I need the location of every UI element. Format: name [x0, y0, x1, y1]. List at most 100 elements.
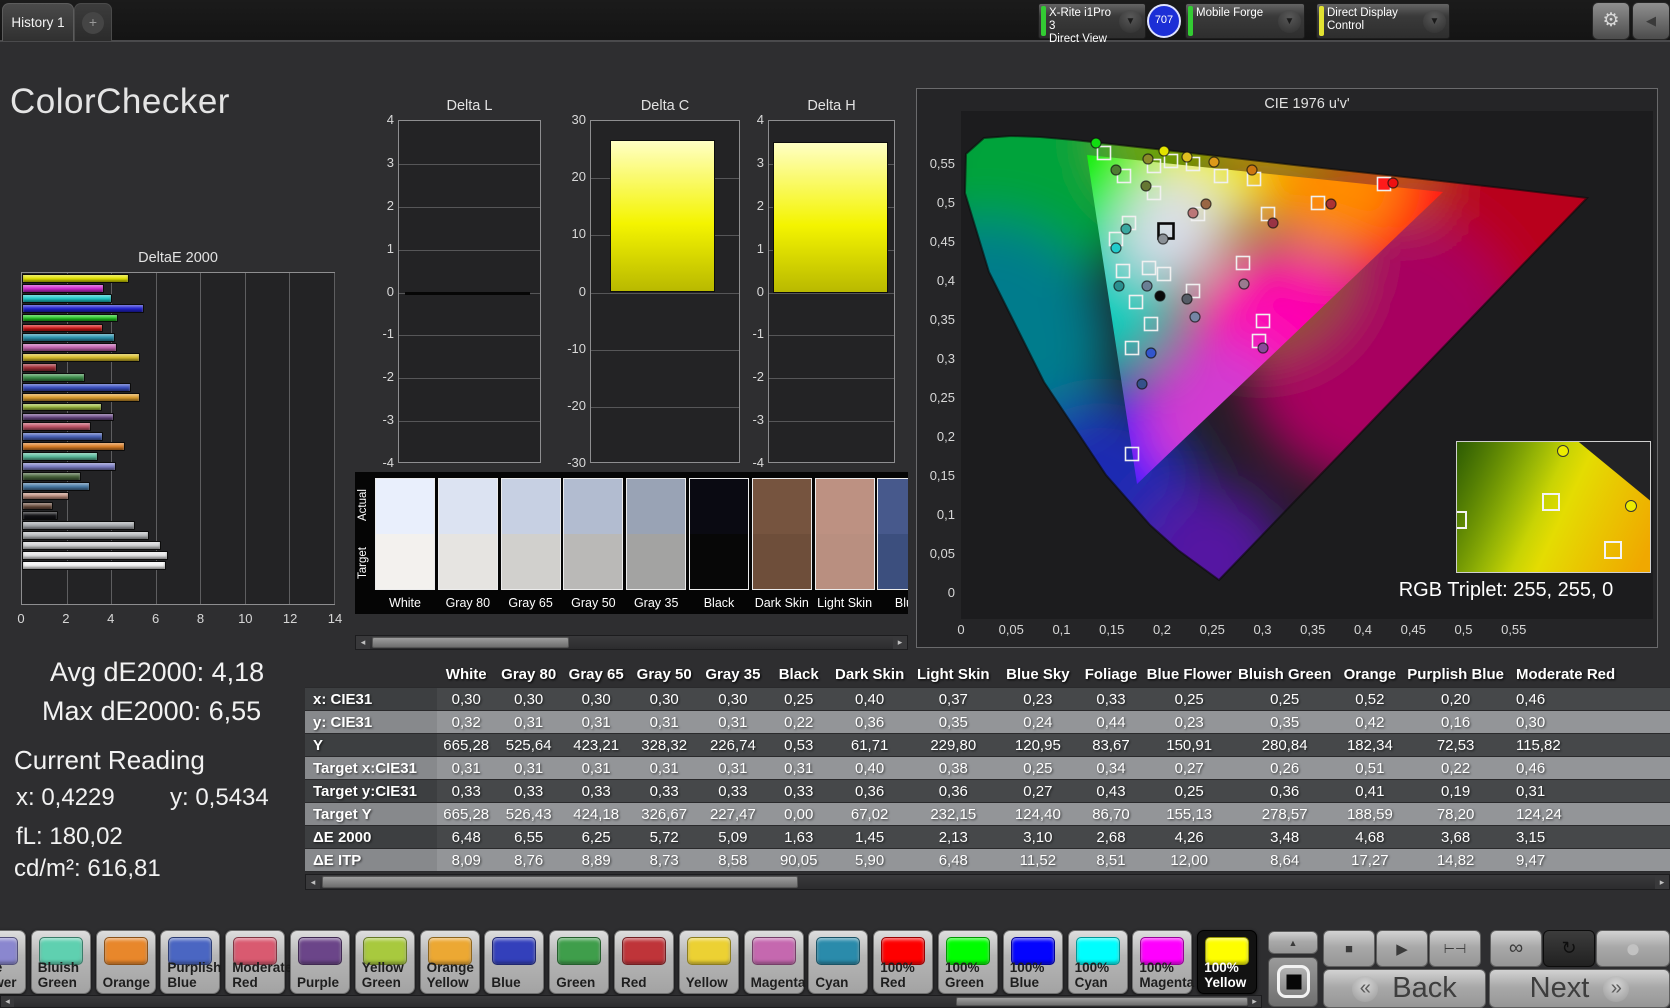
scrollbar-thumb[interactable] [372, 637, 569, 648]
table-cell: 0,36 [909, 780, 997, 803]
pattern-button-yellow-green[interactable]: Yellow Green [355, 930, 415, 994]
de-bar-yellow [22, 353, 140, 362]
plus-icon: + [82, 12, 104, 34]
table-cell: 3,48 [1235, 826, 1335, 849]
current-reading-title: Current Reading [14, 745, 205, 776]
table-cell: 0,20 [1405, 688, 1506, 711]
pattern-swatch [752, 937, 796, 965]
pattern-button-100-yellow[interactable]: 100% Yellow [1197, 930, 1257, 994]
table-cell: 525,64 [495, 734, 562, 757]
pattern-button-moderate-red[interactable]: Moderate Red [225, 930, 285, 994]
loop-icon: ∞ [1509, 937, 1523, 960]
axis-tick-label: -30 [558, 455, 586, 470]
collapse-panel-button[interactable]: ◀ [1632, 2, 1670, 40]
chevron-down-icon[interactable]: ▼ [1278, 10, 1301, 33]
table-cell: 0,53 [768, 734, 830, 757]
de-bar-blue-flower [22, 462, 116, 471]
pattern-button-green[interactable]: Green [549, 930, 609, 994]
swatch-light-skin[interactable] [815, 478, 875, 590]
pattern-button-purple[interactable]: Purple [290, 930, 350, 994]
stop-button[interactable]: ■ [1323, 930, 1375, 967]
table-row: x: CIE310,300,300,300,300,300,250,400,37… [305, 688, 1670, 711]
meter-mobile-forge[interactable]: Mobile Forge▼ [1185, 3, 1305, 39]
swatch-strip-scrollbar[interactable]: ◂ ▸ [355, 635, 908, 650]
pattern-button-orange-yellow[interactable]: Orange Yellow [420, 930, 480, 994]
gridline [591, 293, 739, 294]
measured-point [1155, 291, 1165, 301]
pattern-button-100-cyan[interactable]: 100% Cyan [1068, 930, 1128, 994]
table-cell: 424,18 [562, 803, 630, 826]
table-cell: 0,30 [437, 688, 495, 711]
settings-button[interactable]: ⚙ [1592, 2, 1630, 40]
pattern-button-yellow[interactable]: Yellow [679, 930, 739, 994]
scroll-left-icon[interactable]: ◂ [306, 875, 320, 889]
pattern-button-purplish-blue[interactable]: Purplish Blue [160, 930, 220, 994]
new-tab-button[interactable]: + [74, 3, 112, 41]
scroll-right-icon[interactable]: ▸ [1655, 875, 1669, 889]
meter-x-rite-i1pro-3[interactable]: X-Rite i1Pro 3 Direct View▼ [1038, 3, 1146, 39]
pattern-button-magenta[interactable]: Magenta [744, 930, 804, 994]
loop-button[interactable]: ∞ [1490, 930, 1542, 967]
swatch-white[interactable] [375, 478, 435, 590]
swatch-gray-35[interactable] [626, 478, 686, 590]
chevron-down-icon[interactable]: ▼ [1119, 10, 1142, 33]
axis-tick-label: -1 [366, 326, 394, 341]
swatch-gray-50[interactable] [563, 478, 623, 590]
table-scrollbar[interactable]: ◂ ▸ [305, 874, 1670, 890]
record-button[interactable]: ● [1596, 930, 1670, 967]
axis-tick-label: 0,35 [919, 312, 955, 327]
pattern-button-blue[interactable]: Blue [484, 930, 544, 994]
swatch-actual [816, 479, 874, 534]
pattern-button-red[interactable]: Red [614, 930, 674, 994]
actual-row-label: Actual [357, 475, 371, 535]
gridline [591, 407, 739, 408]
row-label: ΔE ITP [305, 849, 437, 872]
chevron-down-icon[interactable]: ▼ [1423, 10, 1446, 33]
scrollbar-thumb[interactable] [322, 876, 798, 888]
table-cell: 0,37 [909, 688, 997, 711]
pattern-button-orange[interactable]: Orange [96, 930, 156, 994]
table-row: Target Y665,28526,43424,18326,67227,470,… [305, 803, 1670, 826]
swatch-dark-skin[interactable] [752, 478, 812, 590]
meter-direct-display-control[interactable]: Direct Display Control▼ [1316, 3, 1450, 39]
table-cell: 0,25 [768, 688, 830, 711]
play-button[interactable]: ▶ [1376, 930, 1428, 967]
pattern-button-bluish-green[interactable]: Bluish Green [31, 930, 91, 994]
pattern-up-button[interactable]: ▲ [1268, 931, 1318, 954]
table-cell: 0,27 [1143, 757, 1234, 780]
scroll-left-icon[interactable]: ◂ [1, 996, 14, 1007]
pattern-size-button[interactable]: ⊢⊣ [1429, 930, 1481, 967]
de-bar-moderate-red [22, 422, 91, 431]
column-header: Purplish Blue [1405, 662, 1506, 688]
table-cell: 0,31 [768, 757, 830, 780]
pattern-button-cyan[interactable]: Cyan [808, 930, 868, 994]
pattern-button-100-magenta[interactable]: 100% Magenta [1132, 930, 1192, 994]
pattern-button-100-blue[interactable]: 100% Blue [1003, 930, 1063, 994]
axis-tick-label: -1 [736, 326, 764, 341]
measured-point [1188, 208, 1198, 218]
swatch-black[interactable] [689, 478, 749, 590]
pattern-window-button[interactable] [1268, 957, 1318, 1007]
next-button[interactable]: Next » [1489, 969, 1670, 1008]
pattern-label: Moderate Red [232, 961, 283, 990]
swatch-blue[interactable] [877, 478, 908, 590]
back-button[interactable]: « Back [1323, 969, 1486, 1008]
scrollbar-thumb[interactable] [956, 997, 1248, 1006]
swatch-gray-65[interactable] [501, 478, 561, 590]
pattern-swatch [492, 937, 536, 965]
tab-history-1[interactable]: History 1 [2, 3, 74, 41]
table-cell: 182,34 [1334, 734, 1405, 757]
table-cell: 0,40 [830, 757, 909, 780]
measured-point [1209, 157, 1219, 167]
pattern-button-100-red[interactable]: 100% Red [873, 930, 933, 994]
pattern-button-100-green[interactable]: 100% Green [938, 930, 998, 994]
pattern-button-blue-flower[interactable]: Blue Flower [0, 930, 26, 994]
scroll-left-icon[interactable]: ◂ [356, 636, 370, 649]
pattern-bar-scrollbar[interactable]: ◂ ▸ [0, 995, 1262, 1008]
scroll-right-icon[interactable]: ▸ [893, 636, 907, 649]
swatch-gray-80[interactable] [438, 478, 498, 590]
refresh-button[interactable]: ↻ [1543, 930, 1595, 967]
axis-tick-label: 1 [736, 241, 764, 256]
pattern-label: 100% Yellow [1204, 961, 1255, 990]
scroll-right-icon[interactable]: ▸ [1248, 996, 1261, 1007]
